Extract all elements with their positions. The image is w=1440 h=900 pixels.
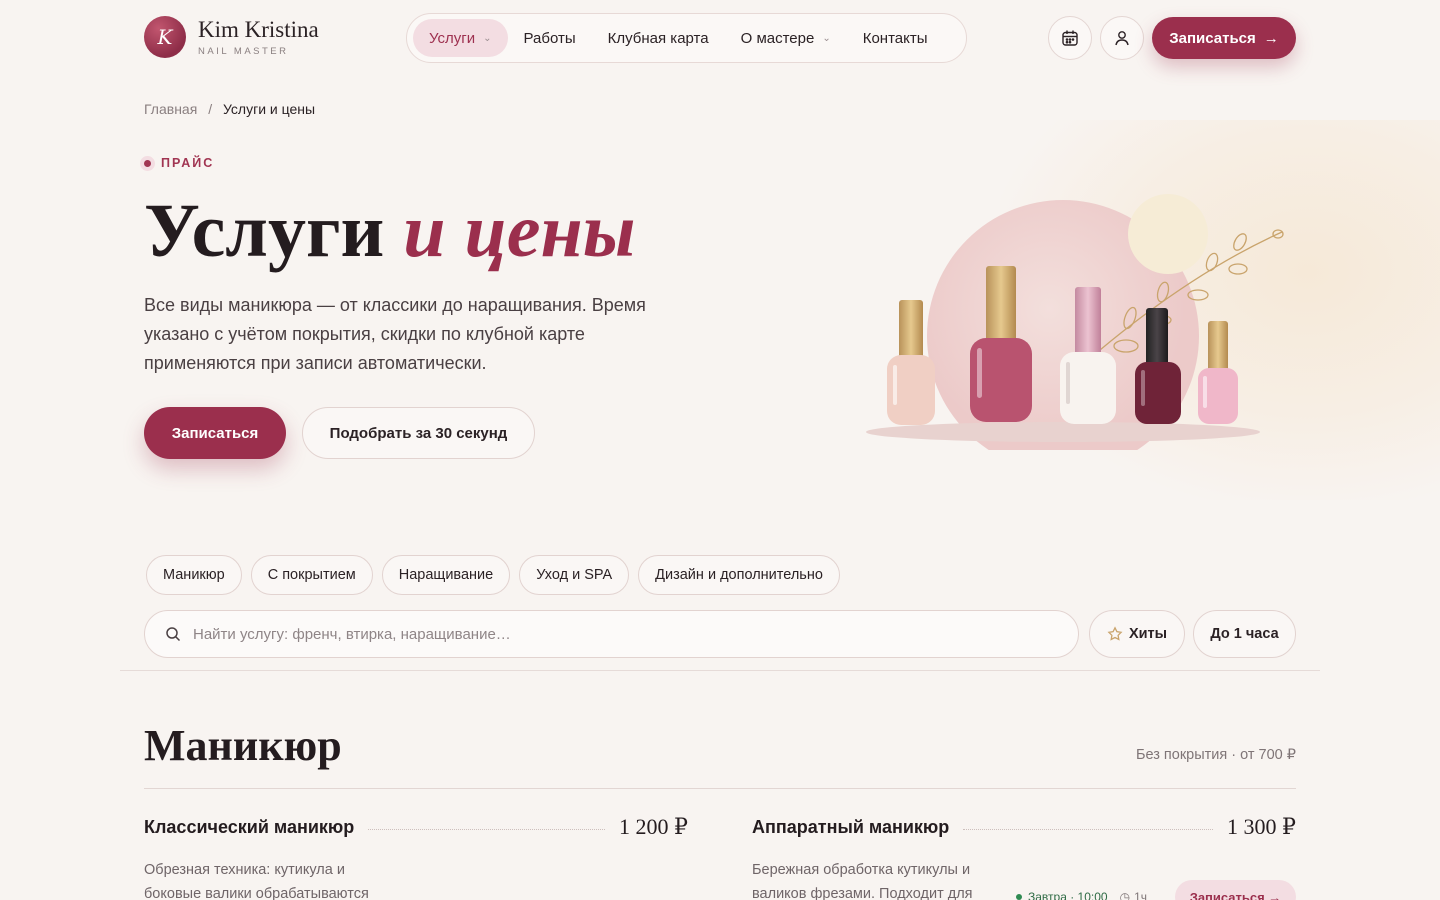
star-icon (1107, 626, 1123, 641)
logo-mark: K (144, 16, 186, 58)
nav-item-label: Контакты (862, 29, 928, 47)
search-icon (166, 627, 181, 642)
service-card[interactable]: Классический маникюр 1 200 ₽ Обрезная те… (144, 814, 688, 900)
page-title: Услуги и цены (144, 186, 635, 276)
nav-item-label: О мастере (740, 29, 815, 47)
breadcrumb-current: Услуги и цены (222, 101, 316, 117)
dot-icon (144, 159, 151, 167)
user-icon (1115, 31, 1129, 46)
main-nav: Услуги ⌄ Работы Клубная карта О мастере … (406, 13, 967, 63)
service-price: 1 200 ₽ (619, 814, 688, 839)
nav-item-about[interactable]: О мастере ⌄ (725, 19, 847, 57)
hero-lead: Все виды маникюра — от классики до наращ… (144, 295, 646, 373)
chevron-down-icon: ⌄ (483, 32, 492, 44)
section-divider (144, 788, 1296, 789)
category-chip-extensions[interactable]: Наращивание (381, 555, 511, 595)
hero-book-button[interactable]: Записаться (144, 407, 286, 459)
breadcrumb: Главная / Услуги и цены (144, 101, 315, 117)
next-slot: Завтра · 10:00 ◷ 1ч (1016, 890, 1147, 900)
clock-icon: ◷ (1119, 890, 1131, 900)
price-leader (368, 828, 605, 830)
breadcrumb-home-link[interactable]: Главная (144, 101, 197, 117)
hits-filter-label: Хиты (1128, 626, 1168, 642)
service-name: Классический маникюр (144, 816, 355, 837)
service-name: Аппаратный маникюр (752, 816, 950, 837)
breadcrumb-separator: / (208, 101, 213, 117)
section-title: Маникюр (144, 721, 342, 770)
page-title-accent: и цены (403, 189, 636, 273)
service-description: Обрезная техника: кутикула и боковые вал… (144, 862, 369, 900)
header-book-label: Записаться (1169, 29, 1256, 47)
nav-item-services[interactable]: Услуги ⌄ (413, 19, 508, 57)
hero-eyebrow: ПРАЙС (144, 156, 214, 170)
category-chip-care-spa[interactable]: Уход и SPA (519, 555, 630, 595)
calendar-button[interactable] (1048, 16, 1092, 60)
service-description: Бережная обработка кутикулы и валиков фр… (752, 862, 973, 900)
brand-subtitle: NAIL MASTER (198, 45, 289, 57)
account-button[interactable] (1100, 16, 1144, 60)
divider (120, 670, 1320, 671)
hits-filter-button[interactable]: Хиты (1089, 610, 1185, 658)
brand-name: Kim Kristina (198, 16, 319, 42)
nav-item-label: Клубная карта (607, 29, 709, 47)
nav-item-label: Услуги (429, 29, 476, 47)
category-filters: Маникюр С покрытием Наращивание Уход и S… (146, 555, 840, 595)
category-chip-with-coating[interactable]: С покрытием (250, 555, 373, 595)
service-book-button[interactable]: Записаться → (1175, 880, 1296, 900)
quick-pick-button[interactable]: Подобрать за 30 секунд (302, 407, 535, 459)
duration-filter-button[interactable]: До 1 часа (1193, 610, 1296, 658)
search-input[interactable] (193, 625, 1053, 643)
nav-item-label: Работы (523, 29, 576, 47)
category-chip-design-extra[interactable]: Дизайн и дополнительно (638, 555, 840, 595)
page-title-plain: Услуги (144, 189, 385, 273)
nav-item-contacts[interactable]: Контакты (847, 19, 944, 57)
calendar-icon (1062, 30, 1078, 46)
category-chip-manicure[interactable]: Маникюр (146, 555, 242, 595)
section-note: Без покрытия · от 700 ₽ (1135, 747, 1296, 763)
header-book-button[interactable]: Записаться → (1152, 17, 1296, 59)
price-leader (963, 828, 1213, 830)
eyebrow-label: ПРАЙС (161, 156, 215, 170)
site-header: K Kim Kristina NAIL MASTER Услуги ⌄ Рабо… (0, 0, 1440, 76)
arrow-right-icon: → (1263, 29, 1279, 47)
chevron-down-icon: ⌄ (822, 32, 831, 44)
availability-dot-icon (1016, 894, 1022, 900)
nav-item-club-card[interactable]: Клубная карта (592, 19, 725, 57)
next-slot-label: Завтра · 10:00 (1028, 890, 1108, 900)
nail-polish-illustration (866, 194, 1284, 450)
service-search (144, 610, 1079, 658)
service-price: 1 300 ₽ (1227, 814, 1296, 839)
logo[interactable]: K Kim Kristina NAIL MASTER (144, 16, 319, 58)
slot-duration: 1ч (1134, 890, 1147, 900)
nav-item-works[interactable]: Работы (508, 19, 592, 57)
